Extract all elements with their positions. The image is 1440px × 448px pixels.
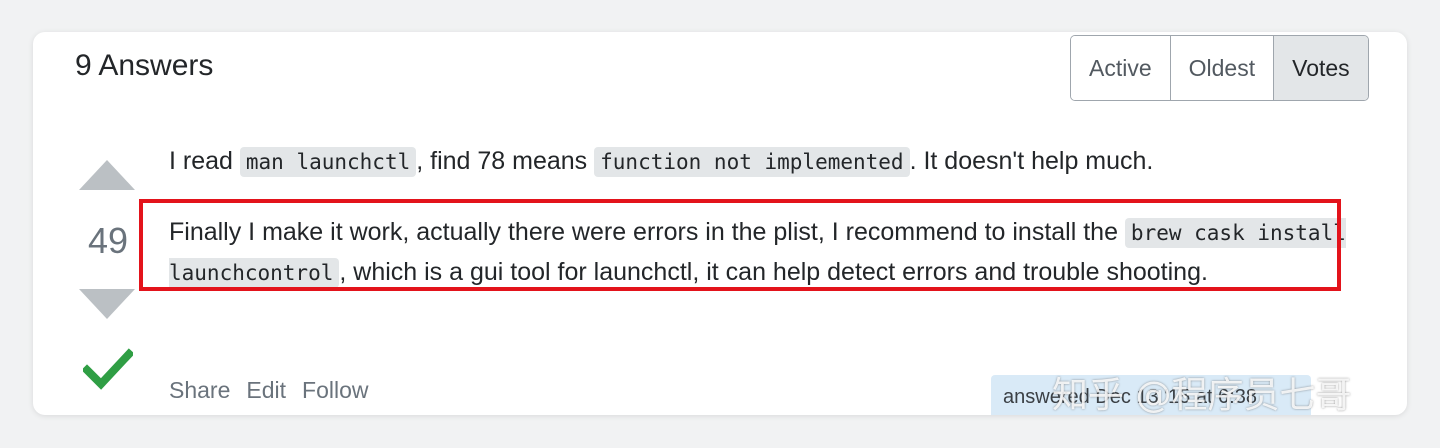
follow-link[interactable]: Follow (302, 377, 368, 404)
sort-tab-oldest[interactable]: Oldest (1170, 36, 1275, 100)
answer-paragraph-1: I read man launchctl, find 78 means func… (169, 142, 1349, 182)
answers-card: 9 Answers Active Oldest Votes 49 I read … (33, 32, 1407, 415)
answer-text: . It doesn't help much. (909, 147, 1154, 175)
downvote-arrow-icon[interactable] (79, 289, 135, 319)
sort-tab-active[interactable]: Active (1071, 36, 1171, 100)
sort-tabs: Active Oldest Votes (1070, 35, 1369, 101)
highlight-annotation-box (139, 199, 1341, 291)
inline-code: man launchctl (239, 147, 417, 177)
answer-text: I read (169, 147, 240, 175)
sort-tab-votes[interactable]: Votes (1274, 36, 1368, 100)
inline-code: function not implemented (594, 147, 910, 177)
answer-text: , find 78 means (416, 147, 595, 175)
share-link[interactable]: Share (169, 377, 230, 404)
watermark-text: 知乎 @程序员七哥 (1052, 375, 1352, 416)
accepted-check-icon (83, 348, 133, 390)
answers-count-heading: 9 Answers (75, 49, 214, 82)
upvote-arrow-icon[interactable] (79, 160, 135, 190)
edit-link[interactable]: Edit (246, 377, 286, 404)
vote-count: 49 (87, 220, 129, 261)
post-menu: Share Edit Follow (169, 377, 368, 404)
